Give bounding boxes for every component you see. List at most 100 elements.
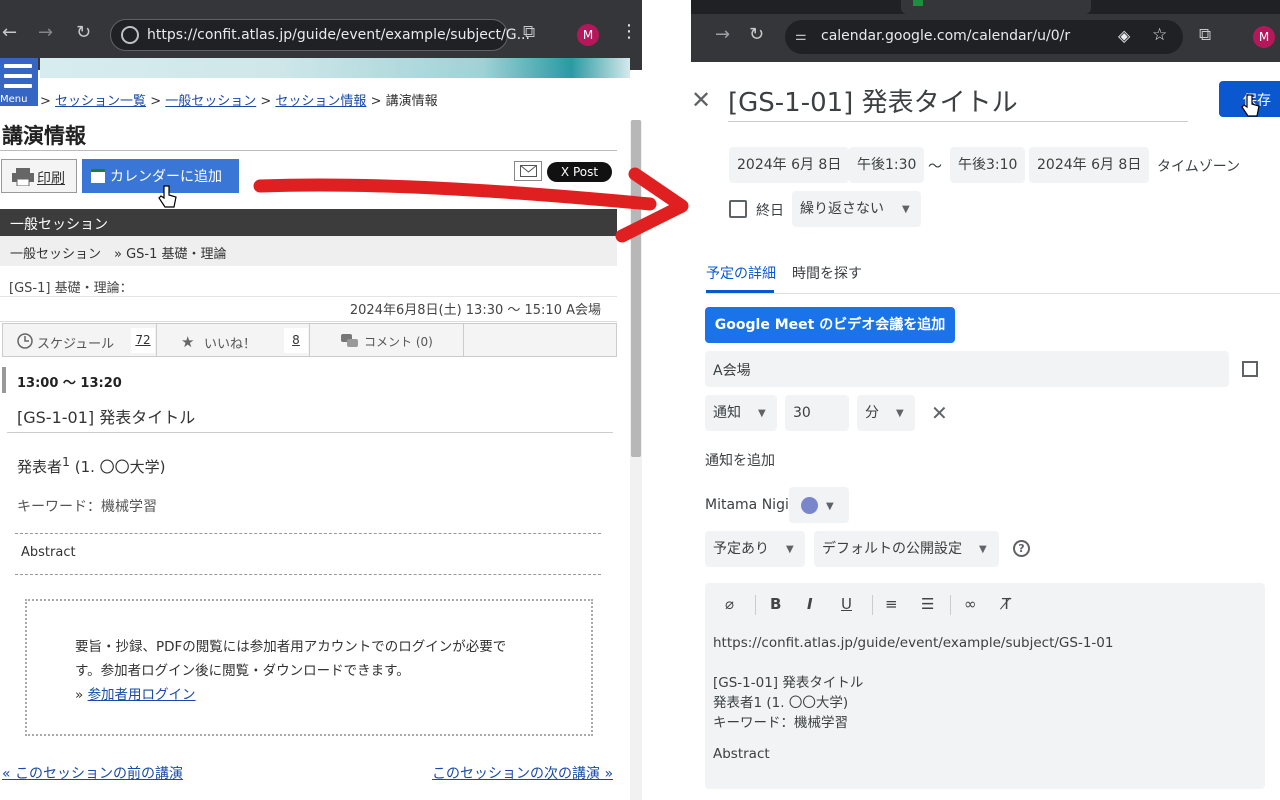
breadcrumb-sep: > xyxy=(40,94,56,109)
add-google-meet-button[interactable]: Google Meet のビデオ会議を追加 xyxy=(705,307,955,343)
profile-avatar[interactable]: M xyxy=(1253,26,1275,48)
notice-line-2: す。参加者ログイン後に閲覧・ダウンロードできます。 xyxy=(75,663,410,679)
menu-button[interactable]: Menu xyxy=(0,58,38,106)
event-title-input[interactable]: [GS-1-01] 発表タイトル xyxy=(728,82,1188,122)
event-color-dot xyxy=(801,497,818,514)
active-tab[interactable] xyxy=(901,0,1091,14)
bold-icon[interactable]: B xyxy=(770,595,781,613)
italic-icon[interactable]: I xyxy=(807,595,813,613)
bookmark-star-icon[interactable]: ☆ xyxy=(1152,25,1167,45)
clear-format-icon[interactable]: T̸ xyxy=(1002,595,1011,613)
location-input[interactable]: A会場 xyxy=(705,351,1229,387)
print-label: 印刷 xyxy=(37,171,65,187)
help-icon[interactable]: ? xyxy=(1013,540,1030,557)
left-browser-window: ← → ↻ https://confit.atlas.jp/guide/even… xyxy=(0,0,642,800)
schedule-count[interactable]: 72 xyxy=(131,328,155,353)
menu-label: Menu xyxy=(0,94,28,105)
visibility-select[interactable]: デフォルトの公開設定 xyxy=(814,531,999,567)
like-label[interactable]: いいね！ xyxy=(204,333,256,352)
install-icon[interactable]: ◈ xyxy=(1118,26,1130,45)
site-banner xyxy=(40,58,630,78)
bulleted-list-icon[interactable]: ☰ xyxy=(921,595,934,613)
breadcrumb-sep: > xyxy=(260,94,276,109)
like-count[interactable]: 8 xyxy=(284,328,308,353)
divider xyxy=(309,324,310,356)
divider xyxy=(950,595,951,615)
forward-icon[interactable]: → xyxy=(38,22,53,43)
numbered-list-icon[interactable]: ≡ xyxy=(885,595,898,613)
notice-line-1: 要旨・抄録、PDFの閲覧には参加者用アカウントでのログインが必要で xyxy=(75,639,507,655)
participant-login-link[interactable]: 参加者用ログイン xyxy=(88,687,196,703)
back-icon[interactable]: ← xyxy=(2,22,17,43)
extensions-icon[interactable]: ⧉ xyxy=(523,22,535,42)
all-day-checkbox[interactable] xyxy=(729,200,747,218)
start-date[interactable]: 2024年 6月 8日 xyxy=(729,147,850,183)
address-bar[interactable]: ⚌ calendar.google.com/calendar/u/0/r ◈ ☆ xyxy=(785,20,1183,54)
next-talk-link[interactable]: このセッションの次の講演 » xyxy=(432,763,613,783)
tab-find-time[interactable]: 時間を探す xyxy=(792,263,862,283)
forward-icon[interactable]: → xyxy=(715,24,730,45)
session-datetime: 2024年6月8日(土) 13:30 〜 15:10 A会場 xyxy=(349,303,601,318)
cursor-hand-icon xyxy=(1241,94,1260,117)
extensions-icon[interactable]: ⧉ xyxy=(1199,25,1211,45)
address-text[interactable]: calendar.google.com/calendar/u/0/r xyxy=(821,28,1070,44)
description-url: https://confit.atlas.jp/guide/event/exam… xyxy=(713,635,1114,651)
divider xyxy=(15,574,601,575)
reload-icon[interactable]: ↻ xyxy=(749,24,764,45)
schedule-label[interactable]: スケジュール xyxy=(37,333,114,352)
attachment-icon[interactable]: ⌀ xyxy=(725,595,734,613)
close-icon[interactable]: ✕ xyxy=(691,86,711,114)
breadcrumb-session-info[interactable]: セッション情報 xyxy=(275,94,366,109)
divider xyxy=(872,595,873,615)
description-title: [GS-1-01] 発表タイトル xyxy=(713,675,864,691)
divider xyxy=(0,296,617,297)
add-to-calendar-label: カレンダーに追加 xyxy=(110,169,222,185)
breadcrumb-current: 講演情報 xyxy=(385,94,438,109)
more-menu-icon[interactable]: ⋮ xyxy=(620,23,638,41)
session-info: [GS-1] 基礎・理論： 2024年6月8日(土) 13:30 〜 15:10… xyxy=(0,266,617,322)
event-color-select[interactable] xyxy=(789,487,849,523)
breadcrumb-session-list[interactable]: セッション一覧 xyxy=(55,94,146,109)
site-settings-icon[interactable]: ⚌ xyxy=(795,29,807,44)
notification-value-input[interactable]: 30 xyxy=(785,395,849,431)
chevron-down-icon: ▼ xyxy=(896,408,904,419)
presenter-sup: 1 xyxy=(62,454,70,469)
map-icon[interactable] xyxy=(1242,361,1258,377)
divider xyxy=(755,595,756,615)
add-notification-link[interactable]: 通知を追加 xyxy=(705,450,775,470)
session-name: [GS-1] 基礎・理論： xyxy=(9,281,133,296)
reload-icon[interactable]: ↻ xyxy=(76,22,91,43)
notification-type-select[interactable]: 通知 xyxy=(705,395,777,431)
range-tilde: 〜 xyxy=(928,159,942,175)
end-date[interactable]: 2024年 6月 8日 xyxy=(1029,147,1150,183)
description-abstract: Abstract xyxy=(713,746,770,762)
remove-notification-icon[interactable]: ✕ xyxy=(931,401,948,425)
profile-avatar[interactable]: M xyxy=(577,24,599,46)
hamburger-line xyxy=(4,84,32,88)
end-time[interactable]: 午後3:10 xyxy=(950,147,1026,183)
comment-label[interactable]: コメント (0) xyxy=(364,333,433,350)
chevron-down-icon: ▼ xyxy=(786,544,794,555)
star-icon: ★ xyxy=(181,333,195,351)
login-prefix: » xyxy=(75,687,88,703)
tab-event-details[interactable]: 予定の詳細 xyxy=(706,263,776,283)
notice-line-3: » 参加者用ログイン xyxy=(75,683,555,707)
breadcrumb-general-session[interactable]: 一般セッション xyxy=(165,94,256,109)
underline-icon[interactable]: U xyxy=(841,595,852,613)
site-info-icon[interactable] xyxy=(121,26,139,44)
printer-icon xyxy=(12,168,34,186)
chevron-down-icon: ▼ xyxy=(758,408,766,419)
address-text[interactable]: https://confit.atlas.jp/guide/event/exam… xyxy=(147,27,530,43)
timezone-link[interactable]: タイムゾーン xyxy=(1157,156,1240,176)
previous-talk-link[interactable]: « このセッションの前の講演 xyxy=(2,763,183,783)
link-icon[interactable]: ∞ xyxy=(964,595,977,613)
start-time[interactable]: 午後1:30 xyxy=(849,147,925,183)
login-notice: 要旨・抄録、PDFの閲覧には参加者用アカウントでのログインが必要で す。参加者ロ… xyxy=(25,599,593,736)
breadcrumb-sep: > xyxy=(370,94,386,109)
divider xyxy=(463,324,464,356)
print-button[interactable]: 印刷 xyxy=(1,159,77,193)
address-bar[interactable]: https://confit.atlas.jp/guide/event/exam… xyxy=(110,19,530,51)
description-editor[interactable]: ⌀ B I U ≡ ☰ ∞ T̸ https://confit.atlas.jp… xyxy=(705,583,1265,789)
notification-unit-select[interactable]: 分 xyxy=(857,395,915,431)
divider xyxy=(15,533,601,534)
